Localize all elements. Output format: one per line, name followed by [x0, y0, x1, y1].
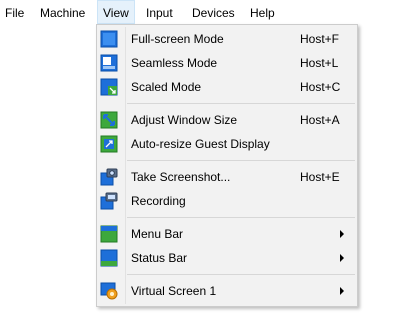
adjust-window-icon	[100, 111, 118, 129]
menu-item-label: Take Screenshot...	[131, 170, 231, 184]
menu-item-shortcut: Host+A	[300, 113, 340, 127]
menu-item-label: Recording	[131, 194, 186, 208]
menu-separator	[127, 274, 355, 275]
menu-machine[interactable]: Machine	[35, 0, 90, 24]
menu-bar-icon	[100, 225, 118, 243]
menu-item-label: Auto-resize Guest Display	[131, 137, 270, 151]
recording-icon	[100, 192, 118, 210]
menu-item-shortcut: Host+L	[300, 56, 339, 70]
menu-help[interactable]: Help	[245, 0, 280, 24]
virtual-screen-icon	[100, 282, 118, 300]
submenu-arrow-icon	[340, 287, 344, 295]
menu-item-status-bar[interactable]: Status Bar	[97, 247, 357, 269]
menu-separator	[127, 217, 355, 218]
status-bar-icon	[100, 249, 118, 267]
menu-item-shortcut: Host+C	[300, 80, 341, 94]
menu-devices[interactable]: Devices	[187, 0, 240, 24]
view-menu-dropdown: Full-screen Mode Host+F Seamless Mode Ho…	[96, 24, 358, 307]
menu-item-label: Full-screen Mode	[131, 32, 224, 46]
menu-item-label: Adjust Window Size	[131, 113, 238, 127]
menu-item-label: Seamless Mode	[131, 56, 218, 70]
submenu-arrow-icon	[340, 230, 344, 238]
menu-item-label: Menu Bar	[131, 227, 184, 241]
menu-item-recording[interactable]: Recording	[97, 190, 357, 212]
menu-separator	[127, 103, 355, 104]
submenu-arrow-icon	[340, 254, 344, 262]
menu-item-full-screen-mode[interactable]: Full-screen Mode Host+F	[97, 28, 357, 50]
menu-view[interactable]: View	[97, 0, 135, 24]
menu-item-label: Scaled Mode	[131, 80, 202, 94]
menu-bar: File Machine View Input Devices Help	[0, 0, 400, 24]
scaled-icon	[100, 78, 118, 96]
fullscreen-icon	[100, 30, 118, 48]
menu-item-scaled-mode[interactable]: Scaled Mode Host+C	[97, 76, 357, 98]
menu-item-adjust-window-size[interactable]: Adjust Window Size Host+A	[97, 109, 357, 131]
menu-item-virtual-screen-1[interactable]: Virtual Screen 1	[97, 280, 357, 302]
camera-icon	[100, 168, 118, 186]
menu-item-label: Virtual Screen 1	[131, 284, 217, 298]
menu-file[interactable]: File	[0, 0, 29, 24]
menu-item-take-screenshot[interactable]: Take Screenshot... Host+E	[97, 166, 357, 188]
menu-item-shortcut: Host+F	[300, 32, 340, 46]
seamless-icon	[100, 54, 118, 72]
menu-item-seamless-mode[interactable]: Seamless Mode Host+L	[97, 52, 357, 74]
menu-separator	[127, 160, 355, 161]
menu-input[interactable]: Input	[141, 0, 178, 24]
menu-item-label: Status Bar	[131, 251, 188, 265]
menu-item-auto-resize-guest-display[interactable]: Auto-resize Guest Display	[97, 133, 357, 155]
menu-item-menu-bar[interactable]: Menu Bar	[97, 223, 357, 245]
auto-resize-icon	[100, 135, 118, 153]
menu-item-shortcut: Host+E	[300, 170, 340, 184]
